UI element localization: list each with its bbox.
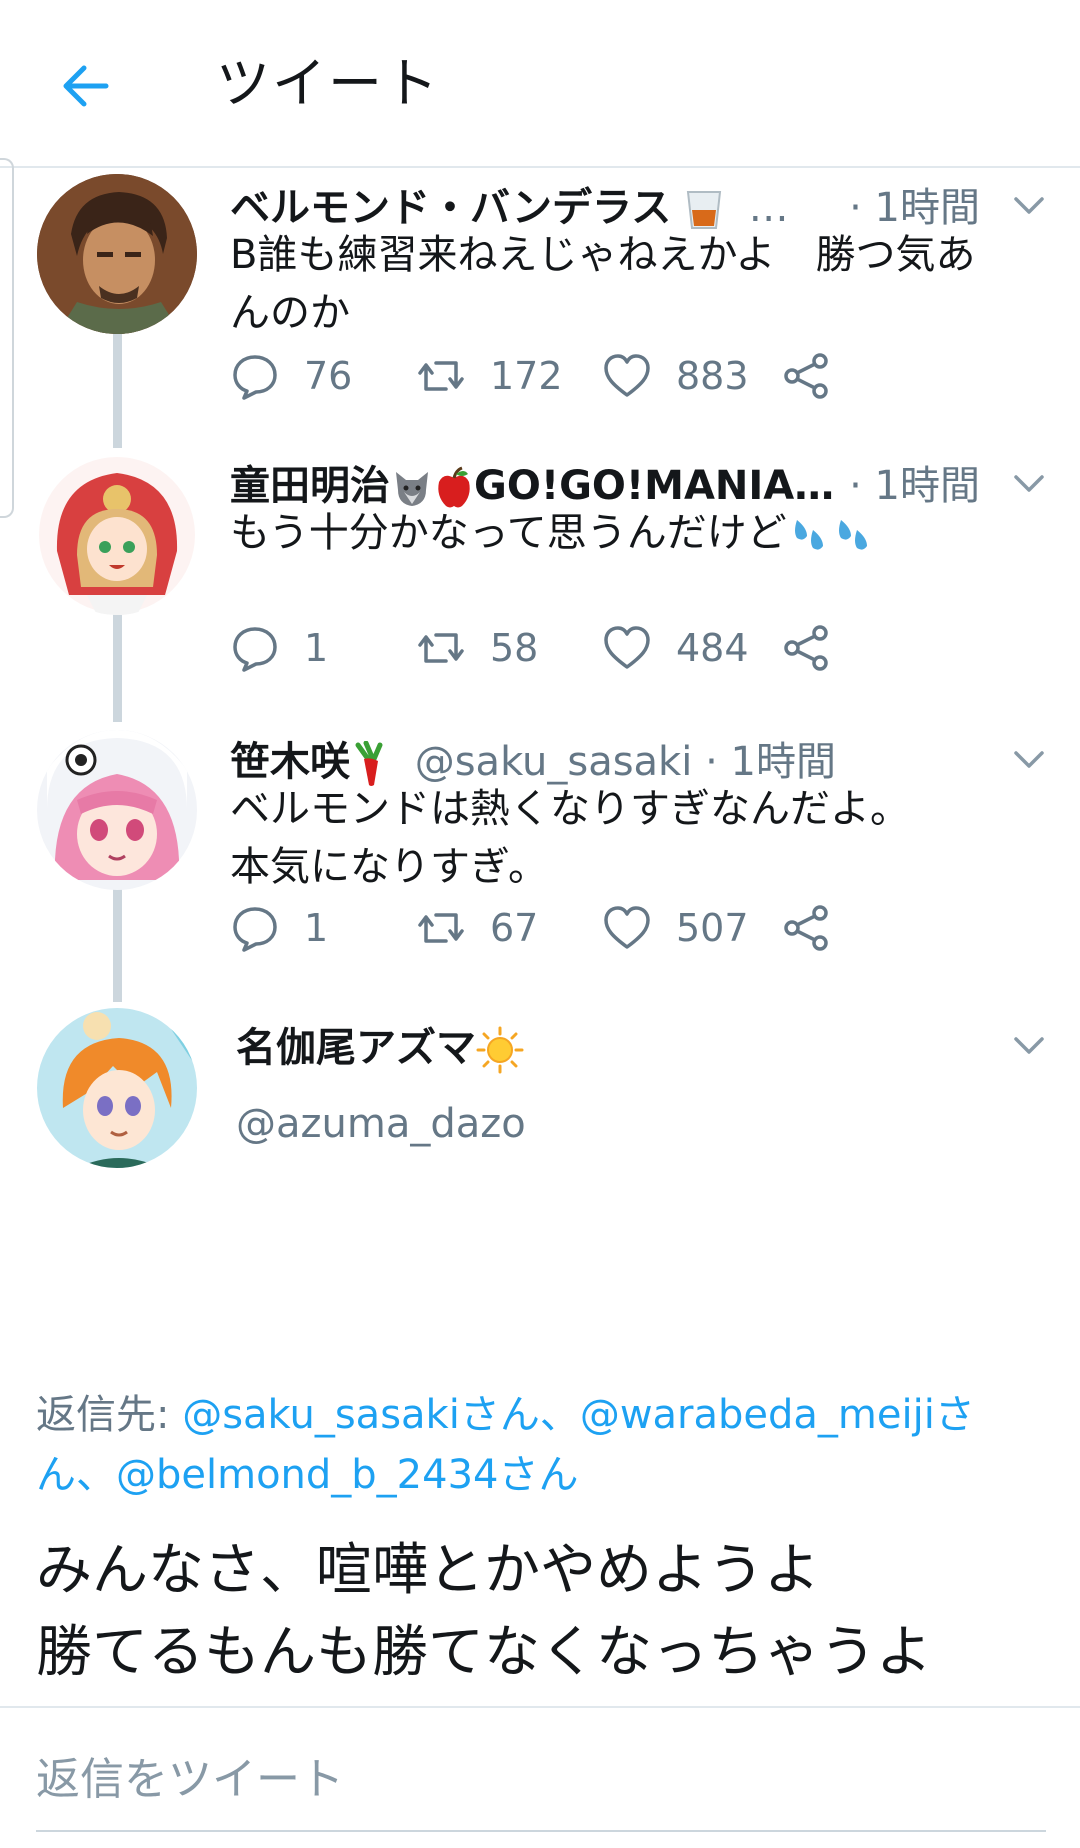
display-name: 笹木咲	[230, 739, 350, 785]
reply-label: 返信先:	[36, 1392, 183, 1438]
retweet-icon	[418, 361, 464, 391]
thread-line	[113, 318, 122, 448]
reply-icon	[233, 627, 277, 672]
share-button[interactable]	[782, 618, 856, 678]
share-icon	[784, 353, 828, 399]
retweet-button[interactable]: 172	[416, 346, 563, 406]
input-underline	[36, 1830, 1046, 1832]
retweet-button[interactable]: 58	[416, 618, 538, 678]
heart-icon	[604, 354, 650, 397]
share-icon	[784, 905, 828, 951]
avatar[interactable]	[37, 730, 197, 890]
reply-button[interactable]: 76	[230, 346, 352, 406]
tweet-time[interactable]: · 1時間	[705, 739, 836, 785]
tweet-text: ベルモンドは熱くなりすぎなんだよ。 本気になりすぎ。	[230, 786, 910, 890]
tweet-text: B誰も練習来ねえじゃねえかよ 勝つ気あ んのか	[230, 232, 976, 336]
main-tweet-text: みんなさ、喧嘩とかやめようよ 勝てるもんも勝てなくなっちゃうよ	[36, 1538, 932, 1685]
tweet-text: もう十分かなって思うんだけど	[230, 504, 877, 562]
name-ellipsis: …	[748, 185, 789, 231]
user-handle[interactable]: @saku_sasaki	[415, 739, 693, 785]
share-icon	[784, 625, 828, 671]
chevron-down-icon[interactable]	[1010, 464, 1048, 502]
heart-icon	[604, 626, 650, 669]
display-name-suffix: GO!GO!MANIA…	[474, 463, 835, 509]
reply-icon	[233, 355, 277, 400]
tweet-actions: 76 172 883	[230, 346, 990, 406]
divider	[0, 1706, 1080, 1708]
share-button[interactable]	[782, 898, 856, 958]
reply-count: 1	[304, 906, 329, 950]
avatar[interactable]	[37, 455, 197, 615]
reply-context: 返信先: @saku_sasakiさん、@warabeda_meijiさん、@b…	[36, 1385, 1026, 1505]
like-button[interactable]: 507	[602, 898, 749, 958]
retweet-count: 58	[490, 626, 539, 670]
reply-icon	[233, 907, 277, 952]
mention-link[interactable]: @warabeda_meijiさ	[580, 1392, 975, 1438]
mention-link[interactable]: @belmond_b_2434さん	[116, 1452, 578, 1498]
chevron-down-icon[interactable]	[1010, 186, 1048, 224]
retweet-button[interactable]: 67	[416, 898, 538, 958]
avatar[interactable]	[37, 174, 197, 334]
retweet-count: 172	[490, 354, 563, 398]
retweet-icon	[418, 913, 464, 943]
scroll-indicator	[0, 158, 14, 518]
heart-icon	[604, 906, 650, 949]
display-name: 名伽尾アズマ	[236, 1025, 476, 1071]
reply-count: 1	[304, 626, 329, 670]
reply-button[interactable]: 1	[230, 898, 328, 958]
arrow-left-icon[interactable]	[58, 58, 114, 114]
mention-link[interactable]: ん、	[36, 1452, 116, 1498]
chevron-down-icon[interactable]	[1010, 1026, 1048, 1064]
share-button[interactable]	[782, 346, 856, 406]
reply-input[interactable]: 返信をツイート	[36, 1750, 344, 1810]
like-button[interactable]: 883	[602, 346, 749, 406]
retweet-count: 67	[490, 906, 539, 950]
mention-link[interactable]: @saku_sasakiさん、	[182, 1392, 580, 1438]
sweat-drops-icon	[794, 520, 867, 550]
reply-count: 76	[304, 354, 353, 398]
app-header: ツイート	[0, 0, 1080, 168]
display-name: 童田明治	[230, 463, 390, 509]
avatar[interactable]	[37, 1008, 197, 1168]
retweet-icon	[418, 633, 464, 663]
chevron-down-icon[interactable]	[1010, 740, 1048, 778]
tweet-actions: 1 67 507	[230, 898, 990, 958]
tweet-actions: 1 58 484	[230, 618, 990, 678]
like-count: 883	[676, 354, 749, 398]
reply-button[interactable]: 1	[230, 618, 328, 678]
like-count: 507	[676, 906, 749, 950]
page-title: ツイート	[216, 52, 440, 115]
like-count: 484	[676, 626, 749, 670]
display-name: ベルモンド・バンデラス	[230, 185, 672, 231]
sun-icon	[476, 1026, 524, 1074]
like-button[interactable]: 484	[602, 618, 749, 678]
user-handle[interactable]: @azuma_dazo	[236, 1101, 526, 1147]
